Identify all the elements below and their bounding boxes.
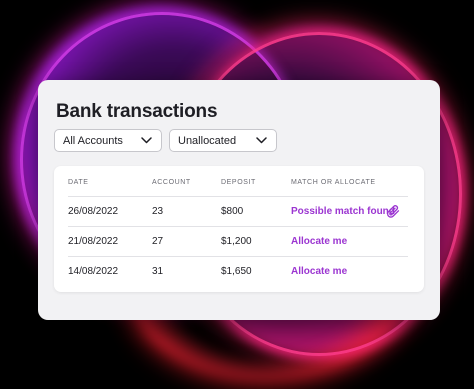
accounts-dropdown[interactable]: All Accounts: [54, 129, 162, 152]
row-divider: [68, 196, 408, 197]
column-header-deposit: DEPOSIT: [221, 179, 256, 186]
row-deposit: $1,650: [221, 266, 252, 277]
table-header: DATE ACCOUNT DEPOSIT MATCH OR ALLOCATE: [54, 179, 424, 195]
status-dropdown-value: Unallocated: [178, 134, 237, 147]
row-deposit: $800: [221, 206, 244, 217]
row-account: 23: [152, 206, 164, 217]
paperclip-icon[interactable]: [386, 204, 400, 218]
row-account: 27: [152, 236, 164, 247]
row-account: 31: [152, 266, 164, 277]
allocate-me-link[interactable]: Allocate me: [291, 266, 347, 277]
table-row: 26/08/2022 23 $800 Possible match found: [54, 196, 424, 226]
page-title: Bank transactions: [56, 101, 218, 122]
row-date: 14/08/2022: [68, 266, 119, 277]
row-date: 21/08/2022: [68, 236, 119, 247]
possible-match-link[interactable]: Possible match found: [291, 206, 395, 217]
column-header-date: DATE: [68, 179, 89, 186]
table-row: 21/08/2022 27 $1,200 Allocate me: [54, 226, 424, 256]
status-dropdown[interactable]: Unallocated: [169, 129, 277, 152]
row-date: 26/08/2022: [68, 206, 119, 217]
chevron-down-icon: [141, 137, 152, 144]
stage: Bank transactions All Accounts Unallocat…: [0, 0, 474, 389]
transactions-table: DATE ACCOUNT DEPOSIT MATCH OR ALLOCATE 2…: [54, 166, 424, 292]
allocate-me-link[interactable]: Allocate me: [291, 236, 347, 247]
accounts-dropdown-value: All Accounts: [63, 134, 123, 147]
column-header-match-or-allocate: MATCH OR ALLOCATE: [291, 179, 376, 186]
row-divider: [68, 256, 408, 257]
row-deposit: $1,200: [221, 236, 252, 247]
column-header-account: ACCOUNT: [152, 179, 191, 186]
table-row: 14/08/2022 31 $1,650 Allocate me: [54, 256, 424, 286]
row-divider: [68, 226, 408, 227]
bank-transactions-card: Bank transactions All Accounts Unallocat…: [38, 80, 440, 320]
chevron-down-icon: [256, 137, 267, 144]
